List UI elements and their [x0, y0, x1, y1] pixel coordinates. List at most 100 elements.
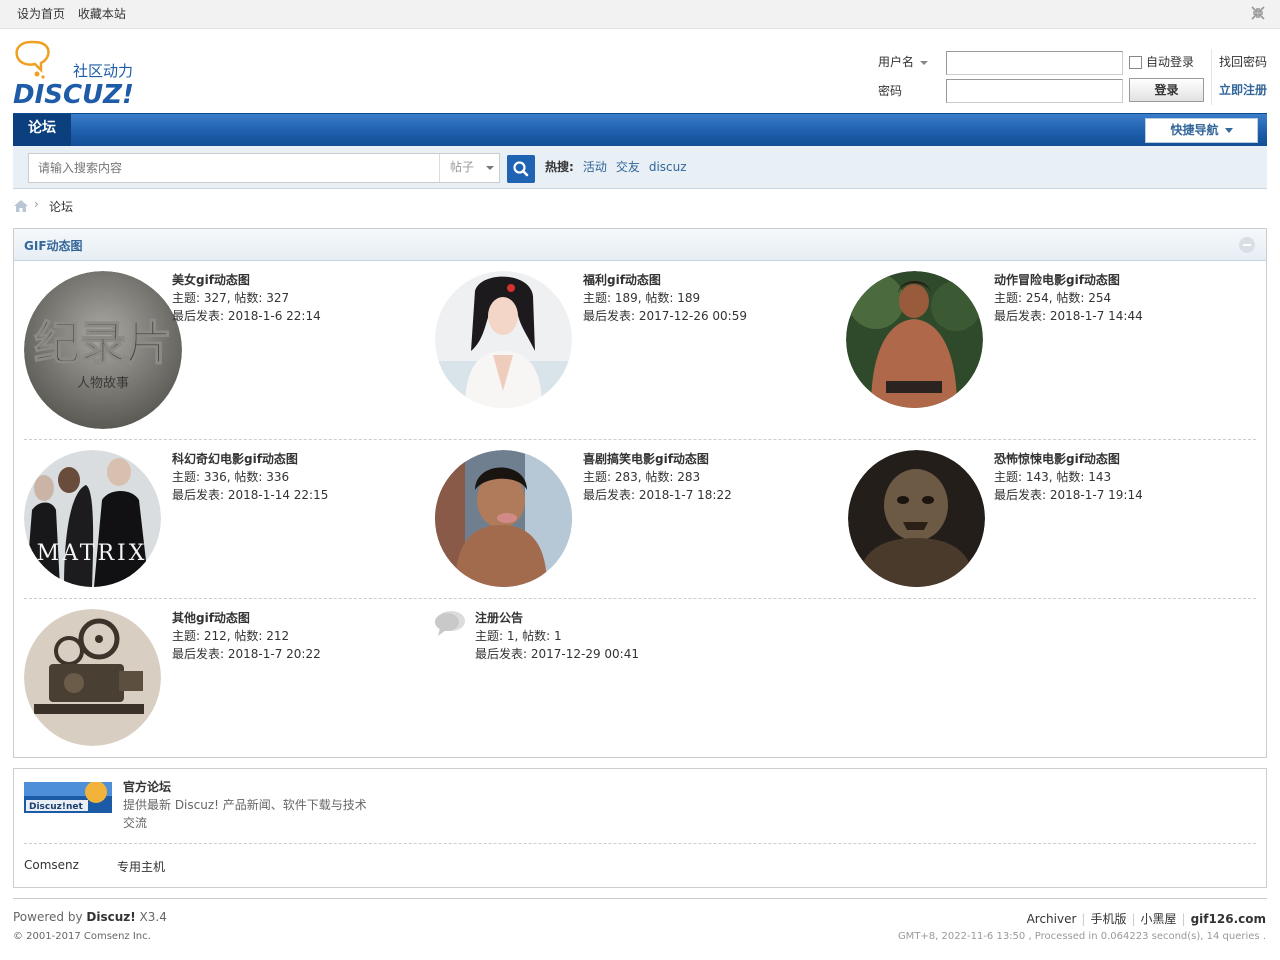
search-box: 帖子: [28, 153, 500, 183]
forum-name[interactable]: 美女gif动态图: [172, 271, 321, 289]
search-button[interactable]: [507, 155, 535, 183]
forum-last-post[interactable]: 最后发表: 2018-1-7 20:22: [172, 645, 321, 663]
logo-brand: DISCUZ!: [13, 80, 134, 105]
hot-keyword[interactable]: discuz: [649, 160, 687, 174]
forum-name[interactable]: 福利gif动态图: [583, 271, 747, 289]
category-header: GIF动态图: [14, 229, 1266, 261]
forum-name[interactable]: 恐怖惊悚电影gif动态图: [994, 450, 1143, 468]
bookmark-link[interactable]: 收藏本站: [78, 7, 126, 21]
forum-thumbnail[interactable]: [24, 609, 161, 746]
blacklist-link[interactable]: 小黑屋: [1141, 912, 1177, 926]
forum-name[interactable]: 科幻奇幻电影gif动态图: [172, 450, 328, 468]
forum-stats: 主题: 1, 帖数: 1: [475, 629, 562, 643]
password-label: 密码: [878, 84, 903, 98]
processed-info: GMT+8, 2022-11-6 13:50 , Processed in 0.…: [897, 931, 1266, 942]
nav-item-forum[interactable]: 论坛: [13, 114, 71, 146]
forum-last-post[interactable]: 最后发表: 2018-1-7 14:44: [994, 307, 1143, 325]
row-divider: [24, 598, 1256, 599]
forum-info: 福利gif动态图 主题: 189, 帖数: 189 最后发表: 2017-12-…: [583, 271, 747, 325]
site-link[interactable]: gif126.com: [1191, 912, 1266, 926]
thumbnail-text: 纪录片: [34, 316, 172, 370]
chevron-down-icon: [486, 165, 495, 170]
link-description: 提供最新 Discuz! 产品新闻、软件下载与技术交流: [123, 798, 367, 830]
top-bar: 设为首页 收藏本站: [0, 0, 1280, 29]
forum-info: 恐怖惊悚电影gif动态图 主题: 143, 帖数: 143 最后发表: 2018…: [994, 450, 1143, 504]
forum-last-post[interactable]: 最后发表: 2017-12-29 00:41: [475, 645, 639, 663]
login-divider: [1211, 49, 1212, 105]
main-nav: 论坛 快捷导航: [13, 113, 1267, 146]
discuz-net-logo[interactable]: Discuz!net: [24, 782, 112, 813]
search-bar: 帖子 热搜: 活动交友 discuz: [13, 146, 1267, 189]
breadcrumb-separator-icon: ›: [34, 197, 39, 211]
forgot-password-link[interactable]: 找回密码: [1219, 53, 1267, 70]
forum-last-post[interactable]: 最后发表: 2018-1-7 18:22: [583, 486, 732, 504]
collapse-icon[interactable]: [1239, 237, 1255, 253]
password-input[interactable]: [946, 79, 1123, 103]
breadcrumb-current[interactable]: 论坛: [49, 198, 73, 215]
forum-name[interactable]: 其他gif动态图: [172, 609, 321, 627]
chevron-down-icon: [1224, 128, 1233, 133]
forum-info: 美女gif动态图 主题: 327, 帖数: 327 最后发表: 2018-1-6…: [172, 271, 321, 325]
forum-thumbnail[interactable]: [435, 271, 572, 408]
chevron-down-icon: [920, 60, 929, 65]
forum-stats: 主题: 212, 帖数: 212: [172, 629, 290, 643]
link-name[interactable]: 官方论坛: [123, 778, 171, 795]
forum-info: 喜剧搞笑电影gif动态图 主题: 283, 帖数: 283 最后发表: 2018…: [583, 450, 732, 504]
forum-thumbnail[interactable]: [848, 450, 985, 587]
forum-icon[interactable]: [434, 609, 466, 639]
quick-nav-button[interactable]: 快捷导航: [1145, 118, 1258, 143]
home-icon[interactable]: [13, 199, 29, 213]
logo-text: Discuz!net: [29, 802, 84, 812]
row-divider: [24, 439, 1256, 440]
footer-links: Archiver | 手机版 | 小黑屋 | gif126.com: [1026, 912, 1266, 926]
footer-divider: [13, 898, 1267, 899]
discuz-link[interactable]: Discuz!: [86, 910, 135, 924]
forum-info: 科幻奇幻电影gif动态图 主题: 336, 帖数: 336 最后发表: 2018…: [172, 450, 328, 504]
forum-stats: 主题: 327, 帖数: 327: [172, 291, 290, 305]
username-label[interactable]: 用户名: [878, 53, 929, 70]
logo-tagline: 社区动力: [73, 62, 133, 80]
forum-last-post[interactable]: 最后发表: 2018-1-6 22:14: [172, 307, 321, 325]
archiver-link[interactable]: Archiver: [1027, 912, 1077, 926]
friend-links: Discuz!net 官方论坛 提供最新 Discuz! 产品新闻、软件下载与技…: [13, 768, 1267, 888]
forum-name[interactable]: 注册公告: [475, 609, 639, 627]
forum-stats: 主题: 336, 帖数: 336: [172, 470, 290, 484]
text-link[interactable]: Comsenz: [24, 858, 79, 872]
text-link[interactable]: 专用主机: [117, 858, 165, 875]
register-link[interactable]: 立即注册: [1219, 81, 1267, 98]
forum-name[interactable]: 动作冒险电影gif动态图: [994, 271, 1143, 289]
hot-keyword[interactable]: 活动: [583, 160, 607, 174]
mobile-link[interactable]: 手机版: [1090, 912, 1126, 926]
hot-search-label: 热搜:: [545, 160, 574, 174]
auto-login-checkbox[interactable]: 自动登录: [1129, 53, 1194, 70]
forum-category: GIF动态图 纪录片 人物故事 美女gif动态图 主题: 327, 帖数: 32…: [13, 228, 1267, 758]
category-title[interactable]: GIF动态图: [24, 237, 83, 254]
forum-last-post[interactable]: 最后发表: 2018-1-14 22:15: [172, 486, 328, 504]
username-input[interactable]: [946, 51, 1123, 75]
set-home-link[interactable]: 设为首页: [17, 7, 65, 21]
login-button[interactable]: 登录: [1129, 78, 1204, 102]
thumbnail-text: MATRIX: [37, 541, 148, 566]
forum-stats: 主题: 143, 帖数: 143: [994, 470, 1112, 484]
forum-last-post[interactable]: 最后发表: 2018-1-7 19:14: [994, 486, 1143, 504]
forum-last-post[interactable]: 最后发表: 2017-12-26 00:59: [583, 307, 747, 325]
forum-thumbnail[interactable]: [435, 450, 572, 587]
site-logo[interactable]: 社区动力 DISCUZ!: [13, 40, 148, 105]
hot-search: 热搜: 活动 交友 discuz: [545, 158, 687, 175]
login-form: 用户名 密码 自动登录 登录 找回密码 立即注册: [870, 49, 1270, 105]
forum-info: 动作冒险电影gif动态图 主题: 254, 帖数: 254 最后发表: 2018…: [994, 271, 1143, 325]
hot-keyword[interactable]: 交友: [616, 160, 640, 174]
forum-thumbnail[interactable]: 纪录片 人物故事: [24, 271, 182, 429]
top-links: 设为首页 收藏本站: [17, 5, 135, 22]
shrink-width-icon[interactable]: [1250, 5, 1266, 21]
forum-name[interactable]: 喜剧搞笑电影gif动态图: [583, 450, 732, 468]
copyright: © 2001-2017 Comsenz Inc.: [13, 931, 151, 942]
forum-thumbnail[interactable]: [846, 271, 983, 408]
comsenz-link[interactable]: Comsenz Inc.: [84, 931, 151, 942]
search-type-select[interactable]: 帖子: [439, 154, 499, 182]
forum-info: 注册公告 主题: 1, 帖数: 1 最后发表: 2017-12-29 00:41: [475, 609, 639, 663]
search-input[interactable]: [29, 154, 439, 182]
forum-thumbnail[interactable]: MATRIX: [24, 450, 161, 587]
checkbox-icon[interactable]: [1129, 56, 1142, 69]
forum-info: 其他gif动态图 主题: 212, 帖数: 212 最后发表: 2018-1-7…: [172, 609, 321, 663]
